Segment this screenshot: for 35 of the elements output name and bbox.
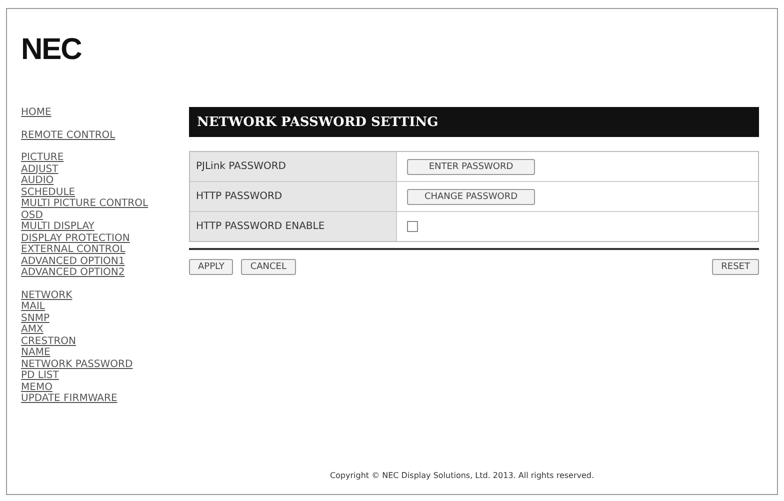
- reset-button[interactable]: RESET: [712, 259, 759, 275]
- section-title: NETWORK PASSWORD SETTING: [189, 107, 759, 137]
- action-button[interactable]: APPLY: [189, 259, 234, 275]
- nav-link[interactable]: NETWORK: [21, 290, 72, 301]
- nav-link[interactable]: MULTI DISPLAY: [21, 221, 94, 232]
- setting-label: HTTP PASSWORD ENABLE: [190, 212, 397, 241]
- nav-link[interactable]: UPDATE FIRMWARE: [21, 393, 118, 404]
- nav-link[interactable]: EXTERNAL CONTROL: [21, 244, 126, 256]
- nav-link[interactable]: ADVANCED OPTION2: [21, 267, 125, 278]
- nav-link[interactable]: HOME: [21, 107, 52, 118]
- nav-link[interactable]: MEMO: [21, 382, 52, 393]
- setting-label: HTTP PASSWORD: [190, 182, 397, 211]
- nav-link[interactable]: REMOTE CONTROL: [21, 130, 116, 141]
- password-button[interactable]: CHANGE PASSWORD: [407, 188, 535, 204]
- nav-link[interactable]: CRESTRON: [21, 336, 76, 347]
- action-button[interactable]: CANCEL: [241, 259, 296, 275]
- nav-link[interactable]: NAME: [21, 347, 50, 358]
- nav-link[interactable]: PD LIST: [21, 370, 59, 382]
- nav-link[interactable]: OSD: [21, 210, 43, 221]
- copyright-text: Copyright © NEC Display Solutions, Ltd. 2013. All rights reserved.: [330, 471, 594, 480]
- nav-link[interactable]: MULTI PICTURE CONTROL: [21, 198, 148, 210]
- setting-label: PJLink PASSWORD: [190, 152, 397, 181]
- nav-link[interactable]: SCHEDULE: [21, 186, 76, 198]
- logo: NEC: [21, 35, 82, 65]
- nav-link[interactable]: MAIL: [21, 301, 45, 312]
- nav-link[interactable]: ADJUST: [21, 164, 58, 175]
- nav-link[interactable]: ADVANCED OPTION1: [21, 256, 125, 267]
- nav-link[interactable]: AUDIO: [21, 175, 54, 186]
- password-button[interactable]: ENTER PASSWORD: [407, 158, 535, 174]
- nav-link[interactable]: PICTURE: [21, 152, 64, 164]
- nav-link[interactable]: NETWORK PASSWORD: [21, 358, 133, 370]
- nav-link[interactable]: SNMP: [21, 312, 50, 324]
- nav-link[interactable]: AMX: [21, 324, 44, 336]
- enable-checkbox[interactable]: [407, 221, 418, 232]
- nav-link[interactable]: DISPLAY PROTECTION: [21, 232, 130, 244]
